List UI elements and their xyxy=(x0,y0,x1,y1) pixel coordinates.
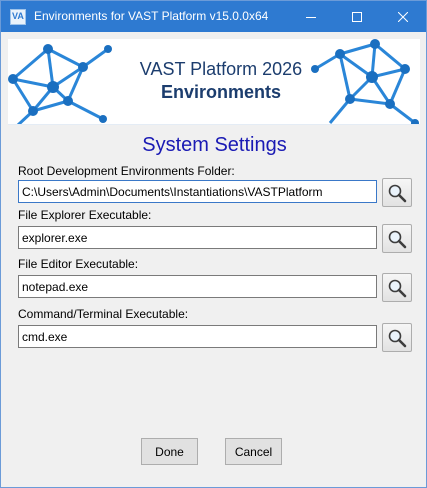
browse-root-folder-button[interactable] xyxy=(382,178,412,207)
maximize-icon xyxy=(352,11,362,22)
minimize-button[interactable] xyxy=(288,1,334,32)
banner: VAST Platform 2026 Environments xyxy=(8,39,420,125)
window-title: Environments for VAST Platform v15.0.0x6… xyxy=(34,9,269,23)
terminal-label: Command/Terminal Executable: xyxy=(18,307,189,321)
file-editor-label: File Editor Executable: xyxy=(18,257,139,271)
magnifier-icon xyxy=(388,230,407,248)
close-button[interactable] xyxy=(380,1,426,32)
cancel-button[interactable]: Cancel xyxy=(225,438,282,465)
browse-terminal-button[interactable] xyxy=(382,323,412,352)
banner-subtitle: Environments xyxy=(160,82,282,102)
file-explorer-label: File Explorer Executable: xyxy=(18,208,152,222)
environments-window: Environments for VAST Platform v15.0.0x6… xyxy=(0,0,427,488)
file-explorer-input[interactable] xyxy=(18,226,377,249)
vast-app-icon xyxy=(10,9,26,25)
magnifier-icon xyxy=(388,279,407,297)
terminal-input[interactable] xyxy=(18,325,377,348)
magnifier-icon xyxy=(388,329,407,347)
magnifier-icon xyxy=(388,184,407,202)
root-folder-label: Root Development Environments Folder: xyxy=(18,164,235,178)
title-bar[interactable]: Environments for VAST Platform v15.0.0x6… xyxy=(1,1,426,32)
browse-file-editor-button[interactable] xyxy=(382,273,412,302)
done-button[interactable]: Done xyxy=(141,438,198,465)
file-editor-input[interactable] xyxy=(18,275,377,298)
minimize-icon xyxy=(306,16,316,18)
maximize-button[interactable] xyxy=(334,1,380,32)
section-title: System Settings xyxy=(142,134,287,156)
close-icon xyxy=(398,11,408,22)
banner-product-name: VAST Platform 2026 xyxy=(139,59,303,79)
browse-file-explorer-button[interactable] xyxy=(382,224,412,253)
root-folder-input[interactable] xyxy=(18,180,377,203)
